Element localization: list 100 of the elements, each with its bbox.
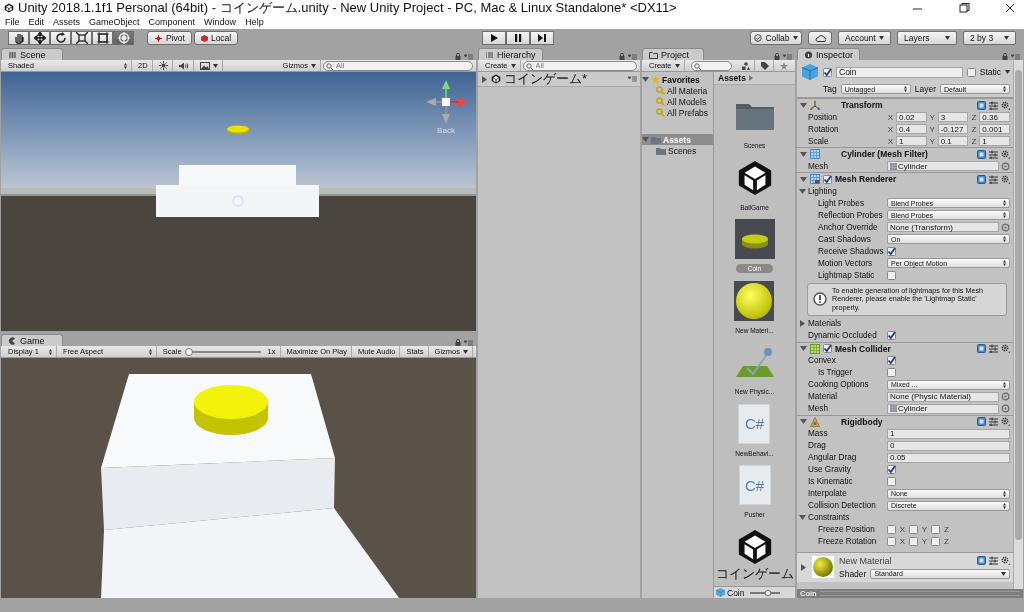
help-book-icon[interactable]	[977, 100, 986, 110]
playback-button[interactable]	[506, 31, 531, 45]
panel-tab[interactable]: Inspector	[797, 48, 861, 60]
tool-button[interactable]	[50, 31, 71, 45]
checkbox[interactable]	[909, 525, 918, 535]
help-book-icon[interactable]	[977, 344, 986, 354]
sun-icon[interactable]	[158, 61, 168, 70]
presets-icon[interactable]	[989, 344, 998, 354]
foldout-label[interactable]: Lighting	[808, 186, 837, 196]
checkbox[interactable]	[931, 525, 940, 535]
checkbox[interactable]	[823, 67, 832, 77]
panel-tab[interactable]: Game	[1, 334, 63, 346]
checkbox[interactable]	[887, 246, 896, 256]
object-picker-icon[interactable]	[1001, 161, 1010, 171]
checkbox[interactable]	[887, 465, 896, 475]
foldout-label[interactable]: Constraints	[808, 513, 850, 523]
zoom-slider[interactable]	[750, 589, 781, 596]
foldout-arrow-icon[interactable]	[799, 187, 806, 195]
filter-type-icon[interactable]	[742, 61, 750, 70]
foldout-arrow-icon[interactable]	[800, 101, 807, 109]
name-field[interactable]: Coin	[836, 66, 963, 78]
component-title[interactable]: Rigidbody	[841, 416, 883, 427]
checkbox[interactable]	[887, 537, 896, 547]
menu-item[interactable]: Window	[204, 17, 237, 27]
checkbox[interactable]	[909, 537, 918, 547]
help-book-icon[interactable]	[977, 174, 986, 184]
number-field[interactable]: 1	[979, 136, 1010, 146]
number-field[interactable]: 0.1	[937, 136, 969, 146]
search-field[interactable]	[690, 60, 732, 71]
playback-button[interactable]	[530, 31, 555, 45]
tag-icon[interactable]	[761, 61, 769, 70]
checkbox[interactable]	[887, 368, 896, 378]
gear-icon[interactable]	[1001, 556, 1010, 566]
number-field[interactable]: -0.127	[937, 124, 969, 134]
gear-icon[interactable]	[1001, 174, 1010, 184]
presets-icon[interactable]	[989, 149, 998, 159]
panel-tab[interactable]: Project	[642, 48, 704, 60]
image-icon[interactable]	[199, 61, 210, 70]
object-field[interactable]: None (Transform)	[887, 222, 999, 232]
checkbox[interactable]	[823, 174, 832, 184]
gear-icon[interactable]	[1001, 417, 1010, 427]
number-field[interactable]: 0.001	[979, 124, 1010, 134]
object-field[interactable]: Cylinder	[887, 161, 999, 171]
menu-item[interactable]: File	[5, 17, 20, 27]
tool-button[interactable]	[71, 31, 92, 45]
checkbox[interactable]	[887, 270, 896, 280]
number-field[interactable]: 3	[937, 112, 969, 122]
menu-item[interactable]: Help	[245, 17, 264, 27]
foldout-arrow-icon[interactable]	[481, 75, 488, 83]
foldout-arrow-icon[interactable]	[799, 320, 806, 328]
checkbox[interactable]	[887, 356, 896, 366]
gear-icon[interactable]	[1001, 100, 1010, 110]
panel-tab[interactable]: Hierarchy	[478, 48, 543, 60]
foldout-label[interactable]: Materials	[808, 319, 842, 329]
component-title[interactable]: Mesh Collider	[835, 343, 891, 354]
number-field[interactable]: 1	[887, 428, 1010, 439]
component-title[interactable]: Mesh Renderer	[835, 174, 897, 184]
foldout-arrow-icon[interactable]	[799, 514, 806, 522]
foldout-arrow-icon[interactable]	[800, 418, 807, 426]
layout-dropdown[interactable]: 2 by 3	[963, 31, 1016, 45]
account-dropdown[interactable]: Account	[838, 31, 891, 45]
tool-button[interactable]	[29, 31, 50, 45]
star-icon[interactable]	[780, 61, 788, 70]
help-book-icon[interactable]	[977, 556, 986, 566]
speaker-icon[interactable]	[178, 61, 189, 70]
foldout-arrow-icon[interactable]	[800, 175, 807, 183]
menu-item[interactable]: Assets	[53, 17, 81, 27]
gear-icon[interactable]	[1001, 344, 1010, 354]
local-button[interactable]: Local	[193, 31, 239, 45]
checkbox[interactable]	[887, 525, 896, 535]
checkbox[interactable]	[823, 344, 832, 354]
cloud-button[interactable]	[808, 31, 832, 45]
tree-item[interactable]: Scenes	[668, 145, 697, 156]
panel-tab[interactable]: Scene	[1, 48, 63, 60]
foldout-arrow-icon[interactable]	[800, 345, 807, 353]
pivot-button[interactable]: Pivot	[147, 31, 192, 45]
presets-icon[interactable]	[989, 174, 998, 184]
checkbox[interactable]	[887, 331, 896, 341]
playback-button[interactable]	[482, 31, 507, 45]
presets-icon[interactable]	[989, 556, 998, 566]
number-field[interactable]: 0.4	[896, 124, 927, 134]
scale-slider[interactable]	[188, 348, 261, 355]
menu-item[interactable]: Edit	[28, 17, 45, 27]
gear-icon[interactable]	[1001, 149, 1010, 159]
number-field[interactable]: 1	[896, 136, 927, 146]
number-field[interactable]: 0.36	[979, 112, 1010, 122]
menu-item[interactable]: GameObject	[89, 17, 140, 27]
foldout-arrow-icon[interactable]	[800, 150, 807, 158]
foldout-arrow-icon[interactable]	[800, 563, 807, 571]
checkbox[interactable]	[931, 537, 940, 547]
presets-icon[interactable]	[989, 417, 998, 427]
checkbox[interactable]	[887, 477, 896, 487]
foldout-arrow-icon[interactable]	[642, 76, 649, 83]
component-title[interactable]: Cylinder (Mesh Filter)	[841, 149, 928, 159]
menu-item[interactable]: Component	[148, 17, 196, 27]
number-field[interactable]: 0	[887, 440, 1010, 451]
checkbox[interactable]	[966, 67, 976, 77]
number-field[interactable]: 0.05	[887, 452, 1010, 463]
component-title[interactable]: Transform	[841, 100, 883, 110]
number-field[interactable]: 0.02	[896, 112, 927, 122]
